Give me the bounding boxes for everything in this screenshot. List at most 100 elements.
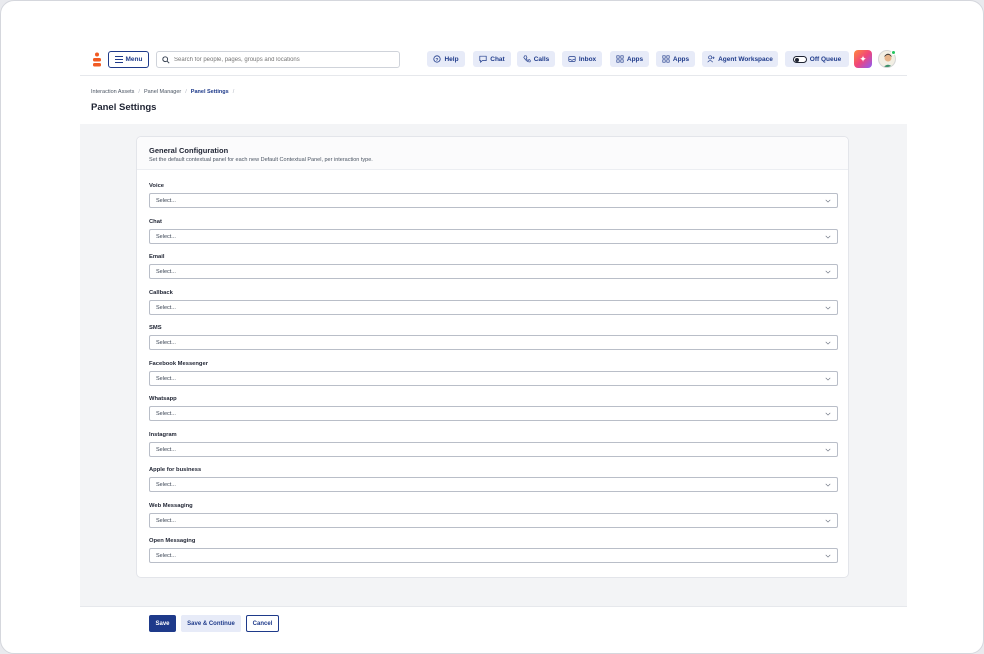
chat-label: Chat (490, 55, 505, 63)
breadcrumb-separator: / (185, 89, 187, 95)
apps-grid-icon (616, 55, 624, 63)
app-window: Menu ? Help Chat Calls Inbox Apps (80, 43, 907, 639)
brand-logo-icon (93, 52, 101, 67)
general-configuration-card: General Configuration Set the default co… (136, 136, 849, 578)
field-label: Email (149, 254, 165, 260)
select-value: Select... (156, 410, 176, 417)
search-box[interactable] (156, 51, 400, 68)
whatsapp-select[interactable]: Select... (149, 406, 838, 421)
field-apple-for-business: Apple for business Select... (149, 467, 838, 492)
web-messaging-select[interactable]: Select... (149, 513, 838, 528)
agent-user-icon (707, 55, 715, 63)
menu-label: Menu (125, 56, 143, 63)
field-label: Apple for business (149, 467, 202, 473)
instagram-select[interactable]: Select... (149, 442, 838, 457)
search-input[interactable] (174, 56, 394, 63)
open-messaging-select[interactable]: Select... (149, 548, 838, 563)
chevron-down-icon (825, 483, 831, 487)
save-and-continue-button[interactable]: Save & Continue (181, 615, 241, 632)
chevron-down-icon (825, 412, 831, 416)
off-queue-label: Off Queue (809, 55, 842, 63)
help-button[interactable]: ? Help (427, 51, 465, 67)
select-value: Select... (156, 197, 176, 204)
save-button[interactable]: Save (149, 615, 176, 632)
chevron-down-icon (825, 199, 831, 203)
field-callback: Callback Select... (149, 290, 838, 315)
breadcrumb-separator: / (232, 89, 235, 95)
breadcrumb-panel-manager[interactable]: Panel Manager (144, 89, 181, 95)
inbox-label: Inbox (578, 55, 597, 63)
help-icon: ? (433, 55, 442, 63)
queue-toggle-switch[interactable] (792, 55, 807, 63)
field-label: Facebook Messenger (149, 361, 208, 367)
toggle-knob (794, 57, 799, 62)
apps-label-2: Apps (672, 55, 690, 63)
action-footer: Save Save & Continue Cancel (80, 606, 907, 639)
breadcrumb: Interaction Assets / Panel Manager / Pan… (91, 89, 234, 95)
field-label: Callback (149, 290, 173, 296)
facebook-messenger-select[interactable]: Select... (149, 371, 838, 386)
field-chat: Chat Select... (149, 219, 838, 244)
select-value: Select... (156, 552, 176, 559)
menu-button[interactable]: Menu (108, 51, 149, 68)
apple-for-business-select[interactable]: Select... (149, 477, 838, 492)
page-header: Interaction Assets / Panel Manager / Pan… (80, 76, 907, 124)
callback-select[interactable]: Select... (149, 300, 838, 315)
inbox-button[interactable]: Inbox (562, 51, 602, 67)
field-email: Email Select... (149, 254, 838, 279)
field-voice: Voice Select... (149, 183, 838, 208)
card-description: Set the default contextual panel for eac… (149, 157, 373, 163)
ai-assistant-button[interactable]: ✦ (854, 50, 872, 68)
field-label: Whatsapp (149, 396, 177, 402)
field-whatsapp: Whatsapp Select... (149, 396, 838, 421)
hamburger-icon (114, 56, 123, 63)
breadcrumb-separator: / (138, 89, 140, 95)
select-value: Select... (156, 517, 176, 524)
inbox-icon (568, 56, 576, 62)
sms-select[interactable]: Select... (149, 335, 838, 350)
breadcrumb-interaction-assets[interactable]: Interaction Assets (91, 89, 134, 95)
chevron-down-icon (825, 270, 831, 274)
chat-bubble-icon (479, 55, 487, 63)
chevron-down-icon (825, 377, 831, 381)
calls-button[interactable]: Calls (517, 51, 555, 67)
select-value: Select... (156, 446, 176, 453)
select-value: Select... (156, 339, 176, 346)
field-label: Voice (149, 183, 165, 189)
breadcrumb-panel-settings: Panel Settings (190, 89, 229, 95)
field-label: Web Messaging (149, 503, 193, 509)
select-value: Select... (156, 481, 176, 488)
email-select[interactable]: Select... (149, 264, 838, 279)
chevron-down-icon (825, 235, 831, 239)
chevron-down-icon (825, 306, 831, 310)
apps-button-2[interactable]: Apps (656, 51, 695, 67)
field-label: Open Messaging (149, 538, 196, 544)
cancel-button[interactable]: Cancel (246, 615, 279, 632)
field-sms: SMS Select... (149, 325, 838, 350)
help-label: Help (444, 55, 459, 63)
phone-icon (523, 55, 531, 63)
select-value: Select... (156, 233, 176, 240)
svg-text:?: ? (436, 57, 439, 63)
chat-select[interactable]: Select... (149, 229, 838, 244)
sparkle-icon: ✦ (859, 53, 867, 64)
off-queue-toggle[interactable]: Off Queue (785, 51, 849, 67)
apps-label-1: Apps (626, 55, 644, 63)
page-title: Panel Settings (91, 102, 157, 113)
card-header: General Configuration Set the default co… (137, 137, 848, 170)
chevron-down-icon (825, 519, 831, 523)
chevron-down-icon (825, 341, 831, 345)
select-value: Select... (156, 375, 176, 382)
agent-workspace-label: Agent Workspace (718, 55, 773, 63)
search-icon (162, 55, 170, 64)
field-label: SMS (149, 325, 162, 331)
field-label: Instagram (149, 432, 177, 438)
agent-workspace-button[interactable]: Agent Workspace (702, 51, 778, 67)
voice-select[interactable]: Select... (149, 193, 838, 208)
apps-button-1[interactable]: Apps (610, 51, 649, 67)
top-bar: Menu ? Help Chat Calls Inbox Apps (80, 43, 907, 76)
select-value: Select... (156, 304, 176, 311)
chevron-down-icon (825, 448, 831, 452)
chat-button[interactable]: Chat (473, 51, 511, 67)
browser-frame: Menu ? Help Chat Calls Inbox Apps (0, 0, 984, 654)
